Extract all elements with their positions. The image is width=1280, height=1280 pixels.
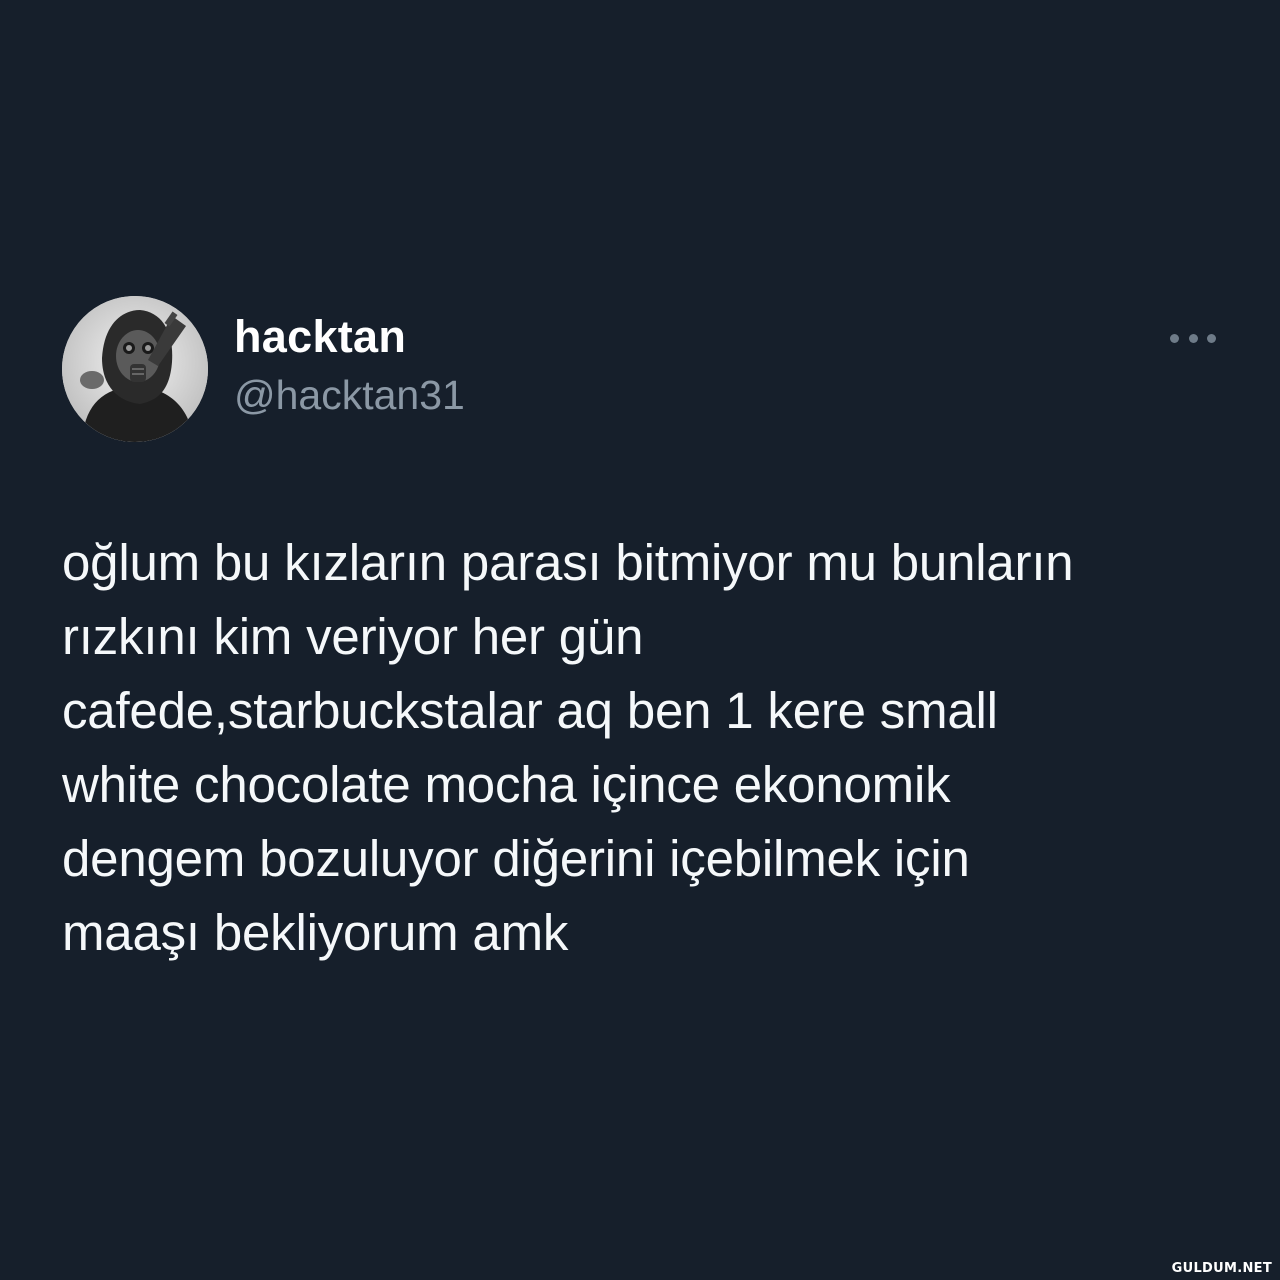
display-name[interactable]: hacktan: [234, 310, 465, 364]
tweet-header: hacktan @hacktan31: [62, 296, 1222, 444]
user-handle[interactable]: @hacktan31: [234, 370, 465, 420]
avatar[interactable]: [62, 296, 208, 442]
tweet-screenshot: hacktan @hacktan31 oğlum bu kızların par…: [0, 0, 1280, 1280]
more-dot: [1207, 333, 1216, 343]
author-info: hacktan @hacktan31: [234, 310, 465, 420]
more-options-button[interactable]: [1170, 330, 1216, 346]
more-dot: [1188, 333, 1198, 343]
watermark: GULDUM.NET: [1171, 1261, 1272, 1276]
more-horizontal-icon: [1170, 333, 1179, 343]
tweet-text: oğlum bu kızların parası bitmiyor mu bun…: [62, 534, 1074, 961]
gas-mask-avatar-icon: [62, 296, 208, 442]
